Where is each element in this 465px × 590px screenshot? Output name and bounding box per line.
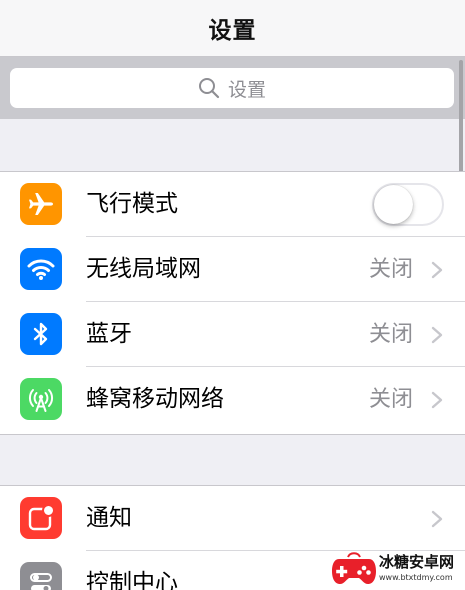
cellular-status: 关闭 bbox=[368, 387, 413, 412]
row-wifi[interactable]: 无线局域网 关闭 bbox=[0, 237, 465, 302]
wifi-label: 无线局域网 bbox=[86, 256, 201, 282]
row-airplane-mode: 飞行模式 bbox=[0, 172, 465, 237]
chevron-right-icon bbox=[431, 326, 443, 344]
airplane-mode-label: 飞行模式 bbox=[86, 191, 178, 217]
notifications-label: 通知 bbox=[86, 505, 132, 531]
airplane-icon bbox=[20, 183, 62, 225]
wifi-status: 关闭 bbox=[368, 257, 413, 282]
chevron-right-icon bbox=[431, 510, 443, 528]
gamepad-logo-icon bbox=[332, 552, 376, 584]
bluetooth-label: 蓝牙 bbox=[86, 321, 132, 347]
search-icon bbox=[198, 78, 220, 99]
chevron-right-icon bbox=[431, 261, 443, 279]
airplane-mode-toggle[interactable] bbox=[372, 183, 444, 226]
control-center-label: 控制中心 bbox=[86, 570, 178, 590]
bluetooth-icon bbox=[20, 313, 62, 355]
notifications-icon bbox=[20, 497, 62, 539]
toggle-knob bbox=[374, 185, 413, 224]
row-notifications[interactable]: 通知 bbox=[0, 486, 465, 551]
search-placeholder: 设置 bbox=[227, 78, 266, 101]
chevron-right-icon bbox=[431, 391, 443, 409]
settings-group-connectivity: 飞行模式 无线局域网 关闭 蓝牙 关闭 蜂窝移动网络 关闭 bbox=[0, 171, 465, 435]
row-cellular[interactable]: 蜂窝移动网络 关闭 bbox=[0, 367, 465, 432]
cellular-icon bbox=[20, 378, 62, 420]
wifi-icon bbox=[20, 248, 62, 290]
navigation-bar: 设置 bbox=[0, 0, 465, 57]
watermark-text: 冰糖安卓网 www.btxtdmy.com bbox=[379, 553, 454, 584]
watermark: 冰糖安卓网 www.btxtdmy.com bbox=[331, 548, 463, 588]
row-bluetooth[interactable]: 蓝牙 关闭 bbox=[0, 302, 465, 367]
bluetooth-status: 关闭 bbox=[368, 322, 413, 347]
search-input[interactable]: 设置 bbox=[10, 68, 454, 108]
control-center-icon bbox=[20, 562, 62, 590]
watermark-title: 冰糖安卓网 bbox=[379, 552, 455, 571]
cellular-label: 蜂窝移动网络 bbox=[86, 386, 224, 412]
search-bar-area: 设置 bbox=[0, 57, 465, 119]
page-title: 设置 bbox=[208, 18, 257, 44]
watermark-url: www.btxtdmy.com bbox=[379, 572, 453, 582]
